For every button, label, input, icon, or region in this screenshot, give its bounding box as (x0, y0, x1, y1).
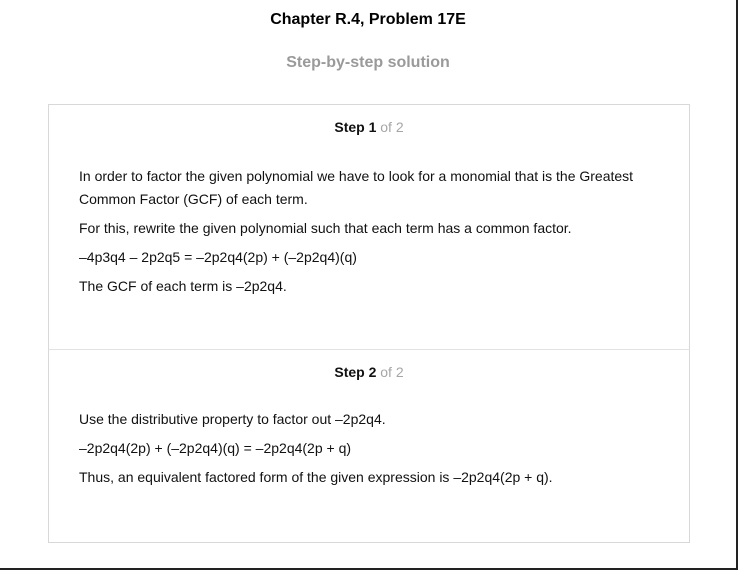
step-content-2: Use the distributive property to factor … (79, 408, 659, 495)
step-card-2: Step 2 of 2 Use the distributive propert… (48, 349, 690, 543)
step-count: of 2 (376, 119, 404, 135)
step-paragraph: Thus, an equivalent factored form of the… (79, 469, 553, 485)
step-card-1: Step 1 of 2 In order to factor the given… (48, 104, 690, 351)
page-subtitle: Step-by-step solution (286, 54, 450, 71)
page-title: Chapter R.4, Problem 17E (270, 11, 466, 28)
step-header-1: Step 1 of 2 (49, 119, 689, 135)
step-paragraph: Use the distributive property to factor … (79, 411, 386, 427)
step-count: of 2 (376, 364, 404, 380)
step-header-2: Step 2 of 2 (49, 364, 689, 380)
step-paragraph: In order to factor the given polynomial … (79, 168, 634, 207)
step-label: Step 2 (334, 364, 377, 380)
step-equation: –4p3q4 – 2p2q5 = –2p2q4(2p) + (–2p2q4)(q… (79, 249, 357, 265)
step-paragraph: For this, rewrite the given polynomial s… (79, 220, 572, 236)
step-label: Step 1 (334, 119, 377, 135)
step-equation: –2p2q4(2p) + (–2p2q4)(q) = –2p2q4(2p + q… (79, 440, 352, 456)
step-content-1: In order to factor the given polynomial … (79, 165, 659, 304)
step-paragraph: The GCF of each term is –2p2q4. (79, 278, 287, 294)
